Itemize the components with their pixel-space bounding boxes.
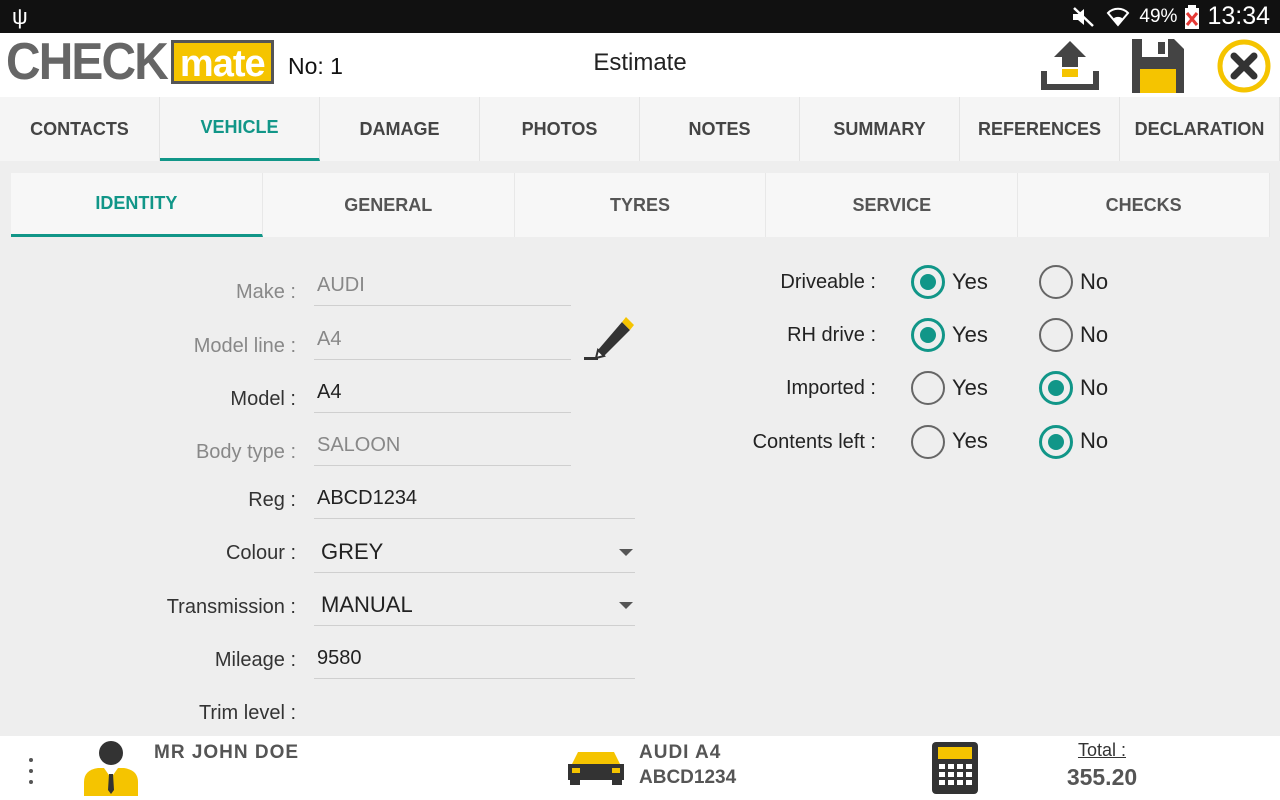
- subtab-tyres[interactable]: TYRES: [515, 173, 767, 237]
- contents-left-no-radio[interactable]: [1039, 425, 1073, 459]
- tab-vehicle[interactable]: VEHICLE: [160, 97, 320, 161]
- app-header: CHECK mate No: 1 Estimate: [0, 33, 1280, 97]
- driveable-yes-label: Yes: [952, 269, 988, 294]
- more-menu-icon[interactable]: [26, 758, 36, 784]
- model-line-label: Model line :: [193, 335, 296, 357]
- contact-name: MR JOHN DOE: [154, 742, 300, 763]
- battery-percent: 49%: [1139, 5, 1178, 27]
- trim-level-label: Trim level :: [198, 702, 296, 724]
- subtab-identity[interactable]: IDENTITY: [11, 173, 263, 237]
- driveable-label: Driveable :: [780, 271, 876, 293]
- status-bar: ψ 49% 13:34: [0, 0, 1280, 33]
- colour-select[interactable]: GREY: [314, 537, 635, 573]
- subtab-checks[interactable]: CHECKS: [1018, 173, 1270, 237]
- make-label: Make :: [235, 281, 296, 303]
- logo-mate-text: mate: [170, 40, 274, 85]
- wifi-icon: [1107, 7, 1130, 27]
- tab-declaration[interactable]: DECLARATION: [1120, 97, 1280, 161]
- chevron-down-icon: [619, 602, 633, 609]
- tab-notes[interactable]: NOTES: [640, 97, 800, 161]
- usb-icon: ψ: [12, 4, 28, 29]
- contents-left-label: Contents left :: [752, 431, 876, 453]
- contents-left-yes-radio[interactable]: [911, 425, 945, 459]
- mileage-label: Mileage :: [214, 649, 296, 671]
- logo-check-text: CHECK: [6, 33, 169, 91]
- rh-drive-yes-radio[interactable]: [911, 318, 945, 352]
- transmission-select[interactable]: MANUAL: [314, 590, 635, 626]
- clock: 13:34: [1207, 2, 1270, 30]
- vehicle-reg: ABCD1234: [639, 767, 737, 788]
- body-type-field[interactable]: SALOON: [314, 430, 571, 466]
- imported-yes-radio[interactable]: [911, 371, 945, 405]
- chevron-down-icon: [619, 549, 633, 556]
- edit-pencil-icon[interactable]: [582, 312, 636, 364]
- imported-no-radio[interactable]: [1039, 371, 1073, 405]
- page-title: Estimate: [593, 49, 687, 76]
- upload-button[interactable]: [1040, 37, 1100, 95]
- colour-label: Colour :: [225, 542, 296, 564]
- tab-damage[interactable]: DAMAGE: [320, 97, 480, 161]
- total-label[interactable]: Total :: [1040, 740, 1164, 761]
- driveable-no-label: No: [1080, 269, 1109, 294]
- transmission-label: Transmission :: [166, 596, 296, 618]
- vehicle-subtabs: IDENTITY GENERAL TYRES SERVICE CHECKS: [11, 173, 1270, 237]
- total-value: 355.20: [1066, 764, 1138, 790]
- tab-photos[interactable]: PHOTOS: [480, 97, 640, 161]
- model-field[interactable]: A4: [314, 377, 571, 413]
- estimate-number: No: 1: [288, 53, 343, 79]
- subtab-general[interactable]: GENERAL: [263, 173, 515, 237]
- body-type-label: Body type :: [195, 441, 296, 463]
- driveable-no-radio[interactable]: [1039, 265, 1073, 299]
- transmission-value: MANUAL: [321, 592, 413, 617]
- rh-drive-no-label: No: [1080, 322, 1109, 347]
- rh-drive-yes-label: Yes: [952, 322, 988, 347]
- battery-icon: [1185, 4, 1200, 29]
- subtab-service[interactable]: SERVICE: [766, 173, 1019, 237]
- driveable-yes-radio[interactable]: [911, 265, 945, 299]
- rh-drive-no-radio[interactable]: [1039, 318, 1073, 352]
- imported-no-label: No: [1080, 375, 1109, 400]
- tab-references[interactable]: REFERENCES: [960, 97, 1120, 161]
- colour-value: GREY: [321, 539, 384, 564]
- vehicle-make-model: AUDI A4: [639, 742, 722, 763]
- bottom-bar: MR JOHN DOE AUDI A4 ABCD1234 Total : 355…: [0, 736, 1280, 800]
- imported-label: Imported :: [785, 377, 876, 399]
- make-field[interactable]: AUDI: [314, 270, 571, 306]
- checkmate-logo: CHECK mate: [6, 33, 274, 91]
- close-button[interactable]: [1214, 37, 1274, 95]
- mute-icon: [1073, 6, 1095, 27]
- reg-field[interactable]: ABCD1234: [314, 483, 635, 519]
- imported-yes-label: Yes: [952, 375, 988, 400]
- contents-left-yes-label: Yes: [952, 428, 988, 453]
- rh-drive-label: RH drive :: [787, 324, 876, 346]
- main-tabs: CONTACTS VEHICLE DAMAGE PHOTOS NOTES SUM…: [0, 97, 1280, 161]
- calculator-icon[interactable]: [930, 740, 980, 796]
- save-button[interactable]: [1128, 37, 1188, 95]
- mileage-field[interactable]: 9580: [314, 643, 635, 679]
- contact-person-icon[interactable]: [82, 738, 140, 796]
- model-label: Model :: [230, 388, 296, 410]
- contents-left-no-label: No: [1080, 428, 1109, 453]
- tab-contacts[interactable]: CONTACTS: [0, 97, 160, 161]
- model-line-field[interactable]: A4: [314, 324, 571, 360]
- vehicle-car-icon[interactable]: [566, 746, 626, 786]
- tab-summary[interactable]: SUMMARY: [800, 97, 960, 161]
- reg-label: Reg :: [248, 489, 296, 511]
- status-icons: 49% 13:34: [1071, 2, 1270, 31]
